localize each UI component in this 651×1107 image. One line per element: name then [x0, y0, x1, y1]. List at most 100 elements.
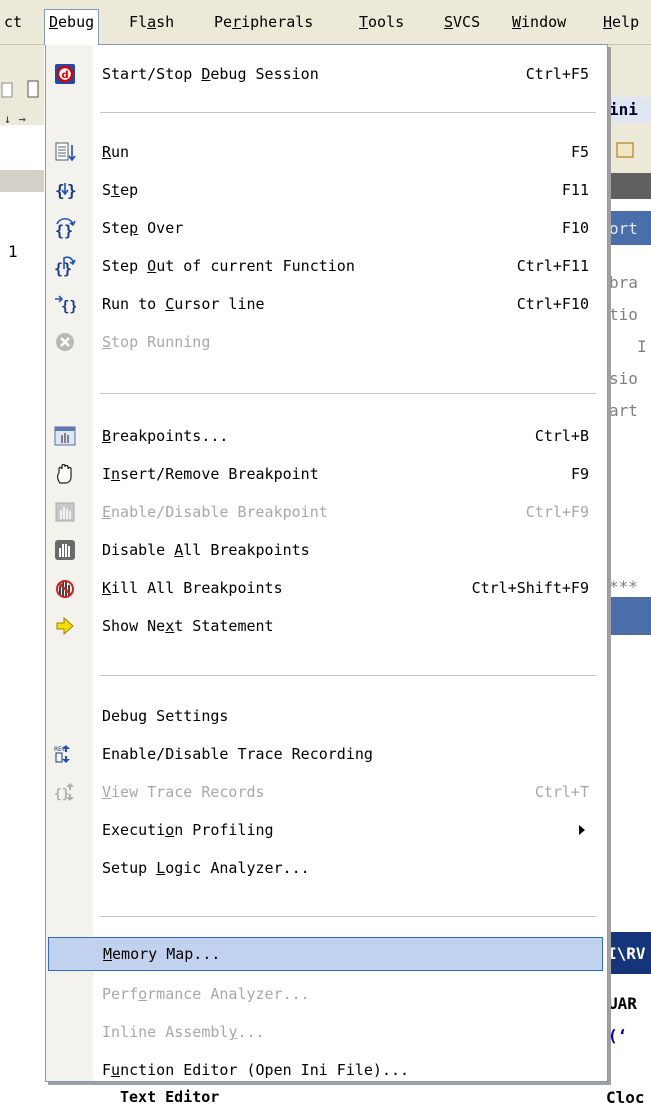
menu-item-label: Disable All Breakpoints: [102, 541, 310, 559]
menu-separator: [100, 675, 596, 676]
trace-view-icon: {}: [54, 783, 74, 802]
right-tabbar: [607, 173, 651, 199]
kill-breakpoints-icon: [56, 580, 74, 598]
menu-item-label: Enable/Disable Breakpoint: [102, 503, 328, 521]
menu-item-run[interactable]: Run F5: [48, 137, 603, 167]
left-tab-strip: [0, 170, 44, 192]
menu-item-start-stop-debug[interactable]: d Start/Stop Debug Session Ctrl+F5: [48, 59, 603, 89]
menu-item-show-next-statement[interactable]: Show Next Statement: [48, 611, 603, 641]
menu-item-setup-logic-analyzer[interactable]: Setup Logic Analyzer...: [48, 853, 603, 883]
line-number: 1: [8, 242, 18, 261]
shortcut: Ctrl+F9: [525, 503, 589, 521]
menu-item-label: Setup Logic Analyzer...: [102, 859, 310, 877]
bg-code-uar: UAR: [608, 994, 637, 1013]
menubar: ct Debug Flash Peripherals Tools SVCS Wi…: [0, 0, 651, 45]
menu-project[interactable]: ct: [0, 10, 26, 34]
menu-item-label: Performance Analyzer...: [102, 985, 310, 1003]
menu-item-label: Enable/Disable Trace Recording: [102, 745, 373, 763]
menu-flash[interactable]: Flash: [125, 10, 178, 34]
run-icon: [55, 142, 76, 162]
menu-item-label: Run to Cursor line: [102, 295, 265, 313]
menu-item-kill-all-breakpoints[interactable]: Kill All Breakpoints Ctrl+Shift+F9: [48, 573, 603, 603]
shortcut: Ctrl+Shift+F9: [471, 579, 589, 597]
menu-item-label: Step Over: [102, 219, 184, 237]
menu-peripherals[interactable]: Peripherals: [210, 10, 317, 34]
right-field: ini: [607, 97, 651, 123]
step-out-icon: {}: [54, 256, 76, 277]
svg-text:{}: {}: [54, 787, 70, 802]
svg-text:{}: {}: [55, 222, 73, 239]
menu-separator: [100, 112, 596, 113]
menu-item-performance-analyzer[interactable]: Performance Analyzer...: [48, 979, 603, 1009]
right-bottom-panel: I\RV: [607, 930, 651, 990]
menu-item-breakpoints[interactable]: Breakpoints... Ctrl+B: [48, 421, 603, 451]
menu-item-label: Step: [102, 181, 139, 199]
menu-item-stop-running[interactable]: Stop Running: [48, 327, 603, 357]
menu-item-step[interactable]: { } Step F11: [48, 175, 603, 205]
right-editor: bra tio I sio art ***: [607, 245, 651, 596]
svg-text:{}: {}: [61, 299, 76, 315]
submenu-arrow-icon: [579, 825, 585, 835]
shortcut: Ctrl+B: [534, 427, 589, 445]
menu-item-label: Stop Running: [102, 333, 211, 351]
menu-help[interactable]: Help: [599, 10, 643, 34]
menu-item-label: Insert/Remove Breakpoint: [102, 465, 319, 483]
toolbar-icons: ↓ →: [1, 80, 39, 126]
shortcut: Ctrl+T: [534, 783, 589, 801]
menu-item-label: Execution Profiling: [102, 821, 274, 839]
debug-session-icon: d: [55, 64, 75, 84]
menu-item-enable-disable-breakpoint[interactable]: Enable/Disable Breakpoint Ctrl+F9: [48, 497, 603, 527]
menu-debug[interactable]: Debug: [44, 9, 100, 45]
step-over-icon: {}: [55, 217, 76, 239]
shortcut: F10: [561, 219, 589, 237]
shortcut: F11: [561, 181, 589, 199]
menu-item-debug-settings[interactable]: Debug Settings: [48, 701, 603, 731]
shortcut: F5: [570, 143, 589, 161]
menu-tools[interactable]: Tools: [355, 10, 408, 34]
shortcut: Ctrl+F10: [516, 295, 589, 313]
menu-separator: [100, 393, 596, 394]
menu-item-function-editor[interactable]: Function Editor (Open Ini File)...: [48, 1055, 603, 1085]
step-icon: { }: [55, 181, 76, 200]
menu-item-label: Memory Map...: [103, 945, 221, 963]
menu-item-disable-all-breakpoints[interactable]: Disable All Breakpoints: [48, 535, 603, 565]
trace-record-icon: REC: [54, 745, 70, 763]
right-toolbar-2: [607, 123, 651, 173]
menu-item-inline-assembly[interactable]: Inline Assembly...: [48, 1017, 603, 1047]
shortcut: F9: [570, 465, 589, 483]
menu-separator: [100, 916, 596, 917]
menu-item-step-over[interactable]: {} Step Over F10: [48, 213, 603, 243]
debug-dropdown-menu: d Start/Stop Debug Session Ctrl+F5 Run F…: [45, 44, 608, 1082]
svg-text:d: d: [62, 70, 69, 81]
shortcut: Ctrl+F5: [525, 65, 589, 83]
menu-item-memory-map[interactable]: Memory Map...: [48, 937, 603, 971]
toolbar-left: ↓ →: [0, 45, 44, 126]
menu-item-run-to-cursor[interactable]: {} Run to Cursor line Ctrl+F10: [48, 289, 603, 319]
menu-item-label: Debug Settings: [102, 707, 229, 725]
svg-text:↓ →: ↓ →: [4, 112, 26, 125]
right-title: ort: [607, 211, 651, 245]
svg-text:{}: {}: [54, 260, 72, 277]
stop-icon: [56, 333, 74, 351]
shortcut: Ctrl+F11: [516, 257, 589, 275]
menu-item-insert-remove-breakpoint[interactable]: Insert/Remove Breakpoint F9: [48, 459, 603, 489]
menu-window[interactable]: Window: [508, 10, 570, 34]
bg-code-cloc: Cloc: [606, 1088, 645, 1107]
menu-item-step-out[interactable]: {} Step Out of current Function Ctrl+F11: [48, 251, 603, 281]
disable-all-breakpoints-icon: [55, 540, 75, 560]
menu-item-label: Start/Stop Debug Session: [102, 65, 319, 83]
menu-item-label: View Trace Records: [102, 783, 265, 801]
menu-item-trace-recording[interactable]: REC Enable/Disable Trace Recording: [48, 739, 603, 769]
menu-svcs[interactable]: SVCS: [440, 10, 484, 34]
right-toolbar: [607, 45, 651, 97]
menu-item-label: Kill All Breakpoints: [102, 579, 283, 597]
bottom-title-bar: I\RV: [607, 932, 651, 974]
bg-code-paren: (‘: [608, 1026, 628, 1045]
menu-item-view-trace-records[interactable]: {} View Trace Records Ctrl+T: [48, 777, 603, 807]
next-statement-icon: [56, 616, 74, 636]
toolbar-icon: [616, 142, 634, 158]
menu-item-label: Function Editor (Open Ini File)...: [102, 1061, 410, 1079]
menu-item-label: Inline Assembly...: [102, 1023, 265, 1041]
menu-item-label: Show Next Statement: [102, 617, 274, 635]
menu-item-execution-profiling[interactable]: Execution Profiling: [48, 815, 603, 845]
